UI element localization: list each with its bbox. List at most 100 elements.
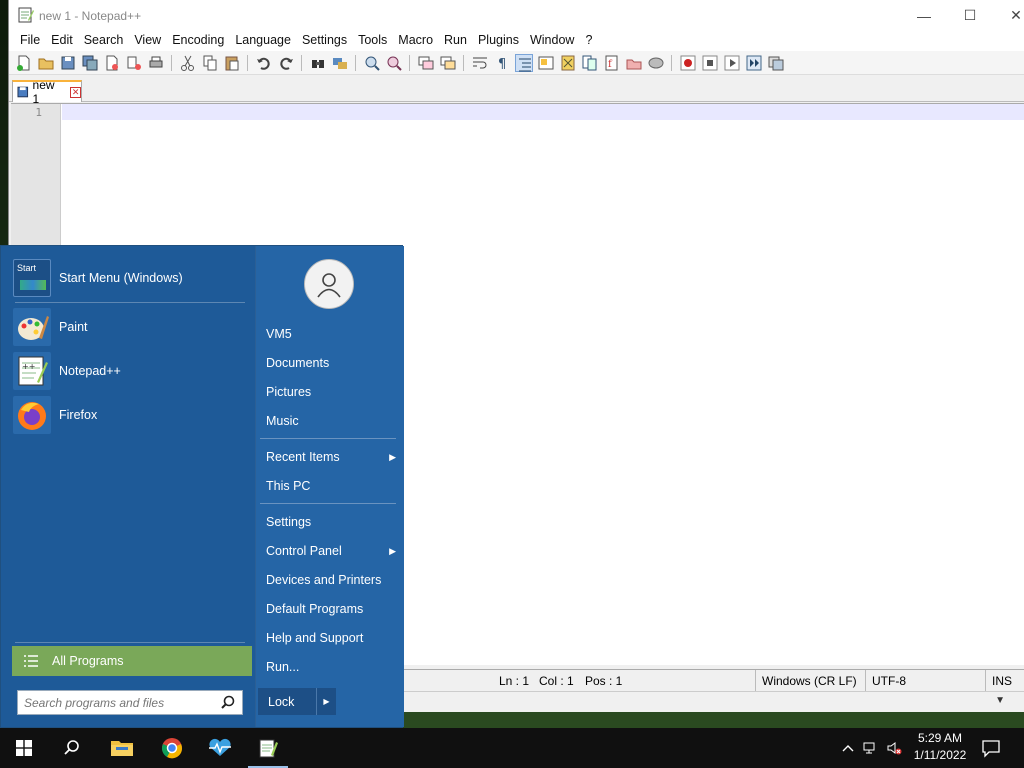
program-label: Firefox [59, 408, 98, 422]
doc-list-icon[interactable] [581, 54, 599, 72]
program-paint[interactable]: Paint [13, 306, 253, 348]
list-icon [24, 655, 38, 667]
start-button[interactable] [0, 728, 48, 768]
search-box [17, 690, 243, 715]
zoom-in-icon[interactable] [363, 54, 381, 72]
replace-icon[interactable] [331, 54, 349, 72]
menu-plugins[interactable]: Plugins [473, 31, 525, 51]
close-file-icon[interactable] [103, 54, 121, 72]
word-wrap-icon[interactable] [471, 54, 489, 72]
place-pictures[interactable]: Pictures [266, 381, 396, 403]
place-user-folder[interactable]: VM5 [266, 323, 396, 345]
copy-icon[interactable] [201, 54, 219, 72]
all-programs-separator [15, 642, 245, 643]
status-eol: Windows (CR LF) [755, 670, 857, 692]
place-music[interactable]: Music [266, 410, 396, 432]
tab-close-icon[interactable]: ✕ [70, 86, 81, 98]
status-position: Pos : 1 [585, 674, 623, 688]
place-documents[interactable]: Documents [266, 352, 396, 374]
play-macro-icon[interactable] [723, 54, 741, 72]
place-help-support[interactable]: Help and Support [266, 627, 396, 649]
sync-vertical-icon[interactable] [417, 54, 435, 72]
zoom-out-icon[interactable] [385, 54, 403, 72]
close-button[interactable]: ✕ [993, 0, 1024, 31]
close-all-icon[interactable] [125, 54, 143, 72]
taskbar-file-explorer[interactable] [98, 728, 146, 768]
menu-run[interactable]: Run [439, 31, 473, 51]
menu-window[interactable]: Window [525, 31, 580, 51]
menu-search[interactable]: Search [79, 31, 130, 51]
menu-help[interactable]: ? [580, 31, 598, 51]
taskbar-monitor-app[interactable] [196, 728, 244, 768]
tab-new-1[interactable]: new 1 ✕ [12, 78, 82, 106]
search-input[interactable] [18, 692, 218, 713]
notification-center-icon[interactable] [980, 738, 1002, 758]
menu-edit[interactable]: Edit [46, 31, 79, 51]
place-settings[interactable]: Settings [266, 511, 396, 533]
show-all-chars-icon[interactable]: ¶ [493, 54, 511, 72]
new-file-icon[interactable] [15, 54, 33, 72]
monitoring-icon[interactable] [647, 54, 665, 72]
status-insert-mode: INS [985, 670, 1012, 692]
sync-horizontal-icon[interactable] [439, 54, 457, 72]
menu-encoding[interactable]: Encoding [167, 31, 230, 51]
redo-icon[interactable] [277, 54, 295, 72]
find-icon[interactable] [309, 54, 327, 72]
record-macro-icon[interactable] [679, 54, 697, 72]
doc-map-icon[interactable] [559, 54, 577, 72]
place-run[interactable]: Run... [266, 656, 396, 678]
program-notepadpp[interactable]: ++ Notepad++ [13, 350, 253, 392]
function-list-icon[interactable]: f [603, 54, 621, 72]
indent-guide-icon[interactable] [515, 54, 533, 72]
place-control-panel[interactable]: Control Panel ▶ [266, 540, 396, 562]
user-language-icon[interactable] [537, 54, 555, 72]
menu-macro[interactable]: Macro [393, 31, 439, 51]
cut-icon[interactable] [179, 54, 197, 72]
taskbar-search-button[interactable] [48, 728, 96, 768]
network-icon[interactable] [862, 740, 878, 756]
undo-icon[interactable] [255, 54, 273, 72]
menu-file[interactable]: File [15, 31, 46, 51]
save-macro-icon[interactable] [767, 54, 785, 72]
program-label: Paint [59, 320, 88, 334]
title-bar[interactable]: new 1 - Notepad++ — ☐ ✕ [9, 0, 1024, 31]
save-all-icon[interactable] [81, 54, 99, 72]
save-icon[interactable] [59, 54, 77, 72]
places-separator [260, 503, 396, 504]
taskbar-notepadpp[interactable] [244, 728, 292, 768]
place-default-programs[interactable]: Default Programs [266, 598, 396, 620]
show-hidden-icons-chevron-icon[interactable] [840, 740, 856, 756]
saved-file-icon [17, 86, 29, 98]
place-this-pc[interactable]: This PC [266, 475, 396, 497]
tab-label: new 1 [32, 78, 55, 106]
menu-settings[interactable]: Settings [297, 31, 353, 51]
taskbar-chrome[interactable] [148, 728, 196, 768]
minimize-button[interactable]: — [901, 0, 947, 31]
place-devices-printers[interactable]: Devices and Printers [266, 569, 396, 591]
menu-language[interactable]: Language [230, 31, 297, 51]
system-clock[interactable]: 5:29 AM 1/11/2022 [906, 730, 974, 766]
scroll-down-arrow-icon[interactable]: ▼ [995, 695, 1005, 706]
paste-icon[interactable] [223, 54, 241, 72]
open-file-icon[interactable] [37, 54, 55, 72]
search-icon[interactable] [220, 695, 236, 711]
print-icon[interactable] [147, 54, 165, 72]
stop-macro-icon[interactable] [701, 54, 719, 72]
all-programs-button[interactable]: All Programs [12, 646, 252, 676]
start-menu-places-pane: VM5 Documents Pictures Music Recent Item… [256, 246, 404, 727]
submenu-arrow-icon: ▶ [389, 452, 396, 462]
power-options-arrow-icon[interactable]: ▶ [316, 688, 336, 715]
maximize-button[interactable]: ☐ [947, 0, 993, 31]
user-avatar[interactable] [304, 259, 354, 309]
program-firefox[interactable]: Firefox [13, 394, 253, 436]
firefox-icon [13, 396, 51, 434]
menu-view[interactable]: View [129, 31, 167, 51]
folder-workspace-icon[interactable] [625, 54, 643, 72]
place-recent-items[interactable]: Recent Items ▶ [266, 446, 396, 468]
menu-tools[interactable]: Tools [353, 31, 393, 51]
run-macro-multiple-icon[interactable] [745, 54, 763, 72]
program-start-menu-windows[interactable]: Start Start Menu (Windows) [13, 257, 253, 299]
lock-button[interactable]: Lock ▶ [258, 688, 336, 715]
volume-muted-icon[interactable] [886, 740, 902, 756]
menu-bar: File Edit Search View Encoding Language … [9, 31, 1024, 51]
